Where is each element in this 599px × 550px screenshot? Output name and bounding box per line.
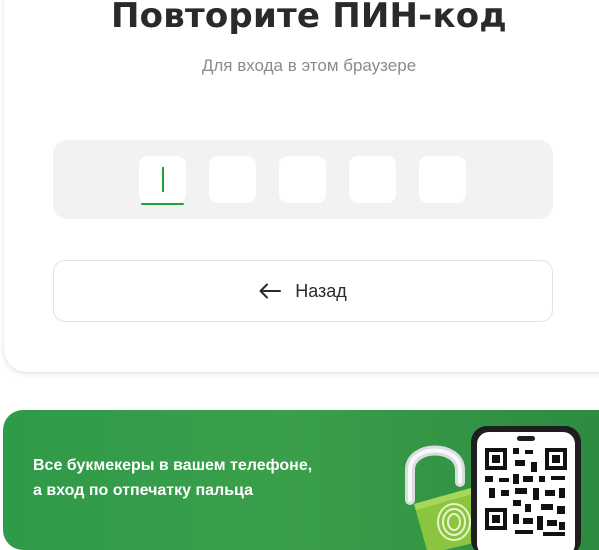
back-button[interactable]: Назад	[53, 260, 553, 322]
promo-banner[interactable]: Все букмекеры в вашем телефоне, а вход п…	[3, 410, 599, 550]
phone-qr-code-icon	[471, 426, 581, 550]
page-title: Повторите ПИН-код	[111, 0, 507, 36]
page-subtitle: Для входа в этом браузере	[201, 56, 417, 75]
text-caret	[162, 167, 164, 192]
promo-text-line-2: а вход по отпечатку пальца	[33, 482, 253, 499]
pin-digit-4[interactable]	[349, 156, 396, 203]
pin-digit-3[interactable]	[279, 156, 326, 203]
promo-text-line-1: Все букмекеры в вашем телефоне,	[33, 457, 313, 474]
pin-digit-5[interactable]	[419, 156, 466, 203]
pin-digit-1[interactable]	[139, 156, 186, 205]
pin-digit-2[interactable]	[209, 156, 256, 203]
pin-input-group	[53, 140, 553, 219]
back-button-label: Назад	[295, 280, 347, 301]
promo-text: Все букмекеры в вашем телефоне, а вход п…	[33, 453, 393, 503]
arrow-left-icon	[259, 283, 282, 299]
